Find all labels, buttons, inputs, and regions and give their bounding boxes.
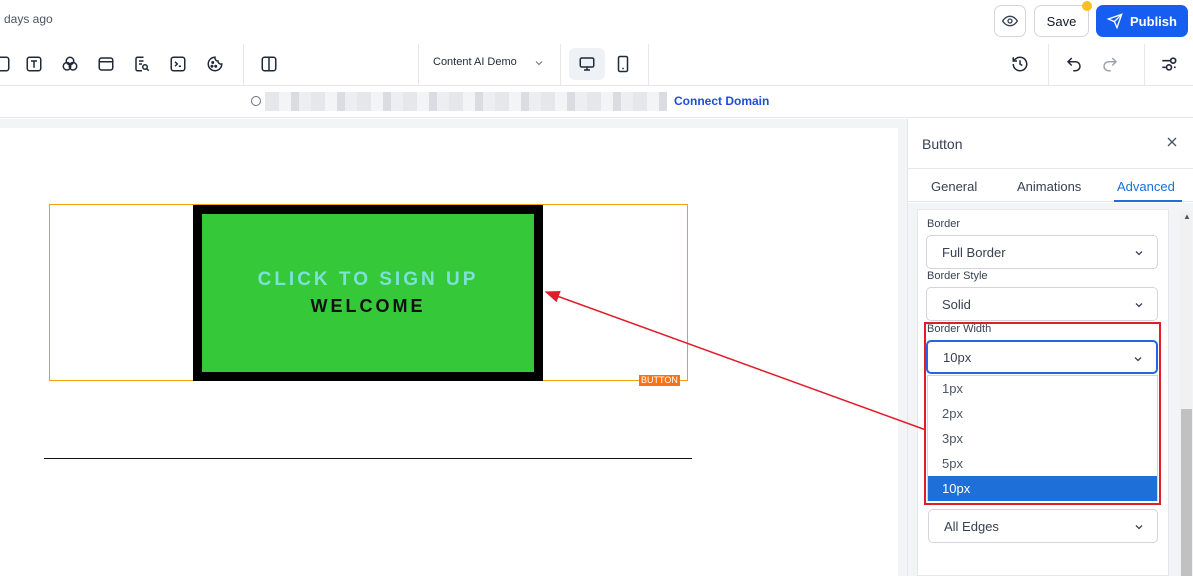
image-icon[interactable] <box>0 52 14 76</box>
save-button[interactable]: Save <box>1034 5 1089 37</box>
last-saved-text: days ago <box>4 12 53 26</box>
status-circle-icon <box>251 96 261 106</box>
tab-animations[interactable]: Animations <box>1017 179 1081 194</box>
settings-sliders-icon[interactable] <box>1157 52 1181 76</box>
border-style-value: Solid <box>942 296 971 312</box>
border-select[interactable]: Full Border <box>926 235 1158 269</box>
tab-general[interactable]: General <box>931 179 977 194</box>
panel-tabs: General Animations Advanced <box>908 168 1193 202</box>
radius-edge-select[interactable]: All Edges <box>928 509 1158 543</box>
code-icon[interactable] <box>166 52 190 76</box>
tab-advanced[interactable]: Advanced <box>1117 179 1175 194</box>
border-style-label: Border Style <box>927 270 988 282</box>
toolbar-divider <box>648 44 649 86</box>
border-select-value: Full Border <box>942 244 1006 260</box>
dropdown-option[interactable]: 3px <box>928 426 1157 451</box>
page-select[interactable]: Content AI Demo <box>433 56 517 68</box>
eye-icon <box>1002 15 1018 27</box>
connect-domain-link[interactable]: Connect Domain <box>674 94 769 108</box>
toolbar-divider <box>418 44 419 86</box>
undo-icon[interactable] <box>1062 52 1086 76</box>
cta-button[interactable]: CLICK TO SIGN UP WELCOME <box>193 205 543 381</box>
toolbar-divider <box>1048 44 1049 86</box>
dropdown-option[interactable]: 1px <box>928 376 1157 401</box>
toolbar-divider <box>560 44 561 86</box>
desktop-view-button[interactable] <box>569 48 605 80</box>
unsaved-indicator-dot <box>1082 1 1092 11</box>
scroll-up-arrow-icon[interactable]: ▲ <box>1183 212 1191 221</box>
chevron-down-icon <box>1134 357 1142 362</box>
blurred-url <box>265 92 667 111</box>
phone-icon <box>617 55 629 73</box>
dropdown-option[interactable]: 2px <box>928 401 1157 426</box>
send-icon <box>1107 13 1123 29</box>
editor-toolbar: Content AI Demo <box>0 42 1193 86</box>
publish-label: Publish <box>1130 13 1177 29</box>
border-width-label: Border Width <box>927 323 992 335</box>
top-bar: days ago Save Publish <box>0 0 1193 42</box>
columns-icon[interactable] <box>257 52 281 76</box>
toolbar-divider <box>243 44 244 86</box>
cta-button-text: CLICK TO SIGN UP <box>257 269 479 290</box>
history-icon[interactable] <box>1008 52 1032 76</box>
redo-icon[interactable] <box>1098 52 1122 76</box>
border-width-value: 10px <box>943 349 972 365</box>
chevron-down-icon <box>1135 251 1143 256</box>
toolbar-divider <box>1144 44 1145 86</box>
monitor-icon <box>579 57 595 71</box>
shapes-icon[interactable] <box>58 52 82 76</box>
divider-line[interactable] <box>44 458 692 459</box>
element-type-tag: BUTTON <box>639 375 680 386</box>
dropdown-option[interactable]: 5px <box>928 451 1157 476</box>
mobile-view-button[interactable] <box>611 52 635 76</box>
chevron-down-icon[interactable] <box>533 57 545 69</box>
form-search-icon[interactable] <box>130 52 154 76</box>
url-bar: Connect Domain <box>0 86 1193 118</box>
radius-edge-value: All Edges <box>944 518 999 534</box>
active-tab-indicator <box>1114 200 1182 202</box>
publish-button[interactable]: Publish <box>1096 5 1188 37</box>
close-icon[interactable] <box>1164 134 1180 150</box>
dropdown-option-selected[interactable]: 10px <box>928 476 1157 501</box>
panel-title: Button <box>922 136 963 152</box>
chevron-down-icon <box>1135 303 1143 308</box>
container-icon[interactable] <box>94 52 118 76</box>
cookie-icon[interactable] <box>203 52 227 76</box>
border-label: Border <box>927 218 961 230</box>
border-style-select[interactable]: Solid <box>926 287 1158 321</box>
preview-button[interactable] <box>994 5 1026 37</box>
scrollbar-thumb[interactable] <box>1181 409 1192 576</box>
border-width-dropdown: 1px 2px 3px 5px 10px <box>927 375 1158 501</box>
border-width-select[interactable]: 10px <box>926 340 1158 374</box>
cta-button-subtext: WELCOME <box>310 296 426 316</box>
chevron-down-icon <box>1135 525 1143 530</box>
text-icon[interactable] <box>22 52 46 76</box>
